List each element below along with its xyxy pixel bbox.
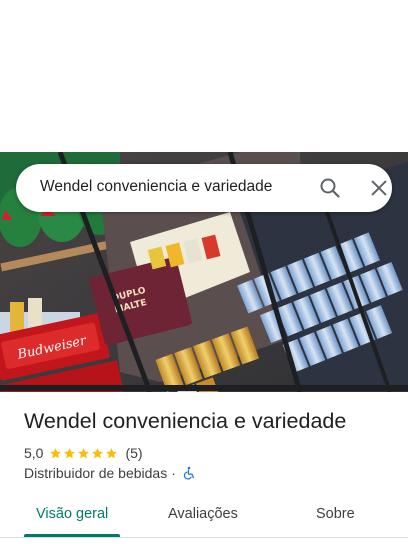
tab-overview[interactable]: Visão geral — [36, 506, 108, 522]
star-rating — [49, 447, 119, 460]
search-icon[interactable] — [318, 176, 342, 200]
star-icon — [64, 447, 76, 458]
tab-reviews[interactable]: Avaliações — [168, 506, 238, 522]
place-title: Wendel conveniencia e variedade — [24, 409, 347, 433]
separator-dot: · — [171, 465, 176, 481]
tab-about[interactable]: Sobre — [316, 506, 355, 522]
tab-bar: Visão geral Avaliações Sobre — [0, 496, 408, 544]
rating-row[interactable]: 5,0 (5) — [24, 444, 143, 462]
star-icon — [78, 447, 90, 458]
category-row: Distribuidor de bebidas · — [24, 464, 196, 482]
star-icon — [106, 447, 118, 458]
close-icon[interactable] — [368, 177, 390, 199]
star-icon — [50, 447, 62, 458]
wheelchair-icon — [183, 466, 194, 480]
star-icon — [92, 447, 104, 458]
tabs-divider — [0, 537, 408, 538]
search-bar[interactable]: Wendel conveniencia e variedade — [16, 164, 392, 212]
category-label[interactable]: Distribuidor de bebidas — [24, 465, 167, 481]
blank-map-area — [0, 0, 408, 152]
review-count[interactable]: (5) — [125, 445, 142, 461]
search-input[interactable]: Wendel conveniencia e variedade — [40, 178, 272, 196]
rating-value: 5,0 — [24, 445, 44, 461]
